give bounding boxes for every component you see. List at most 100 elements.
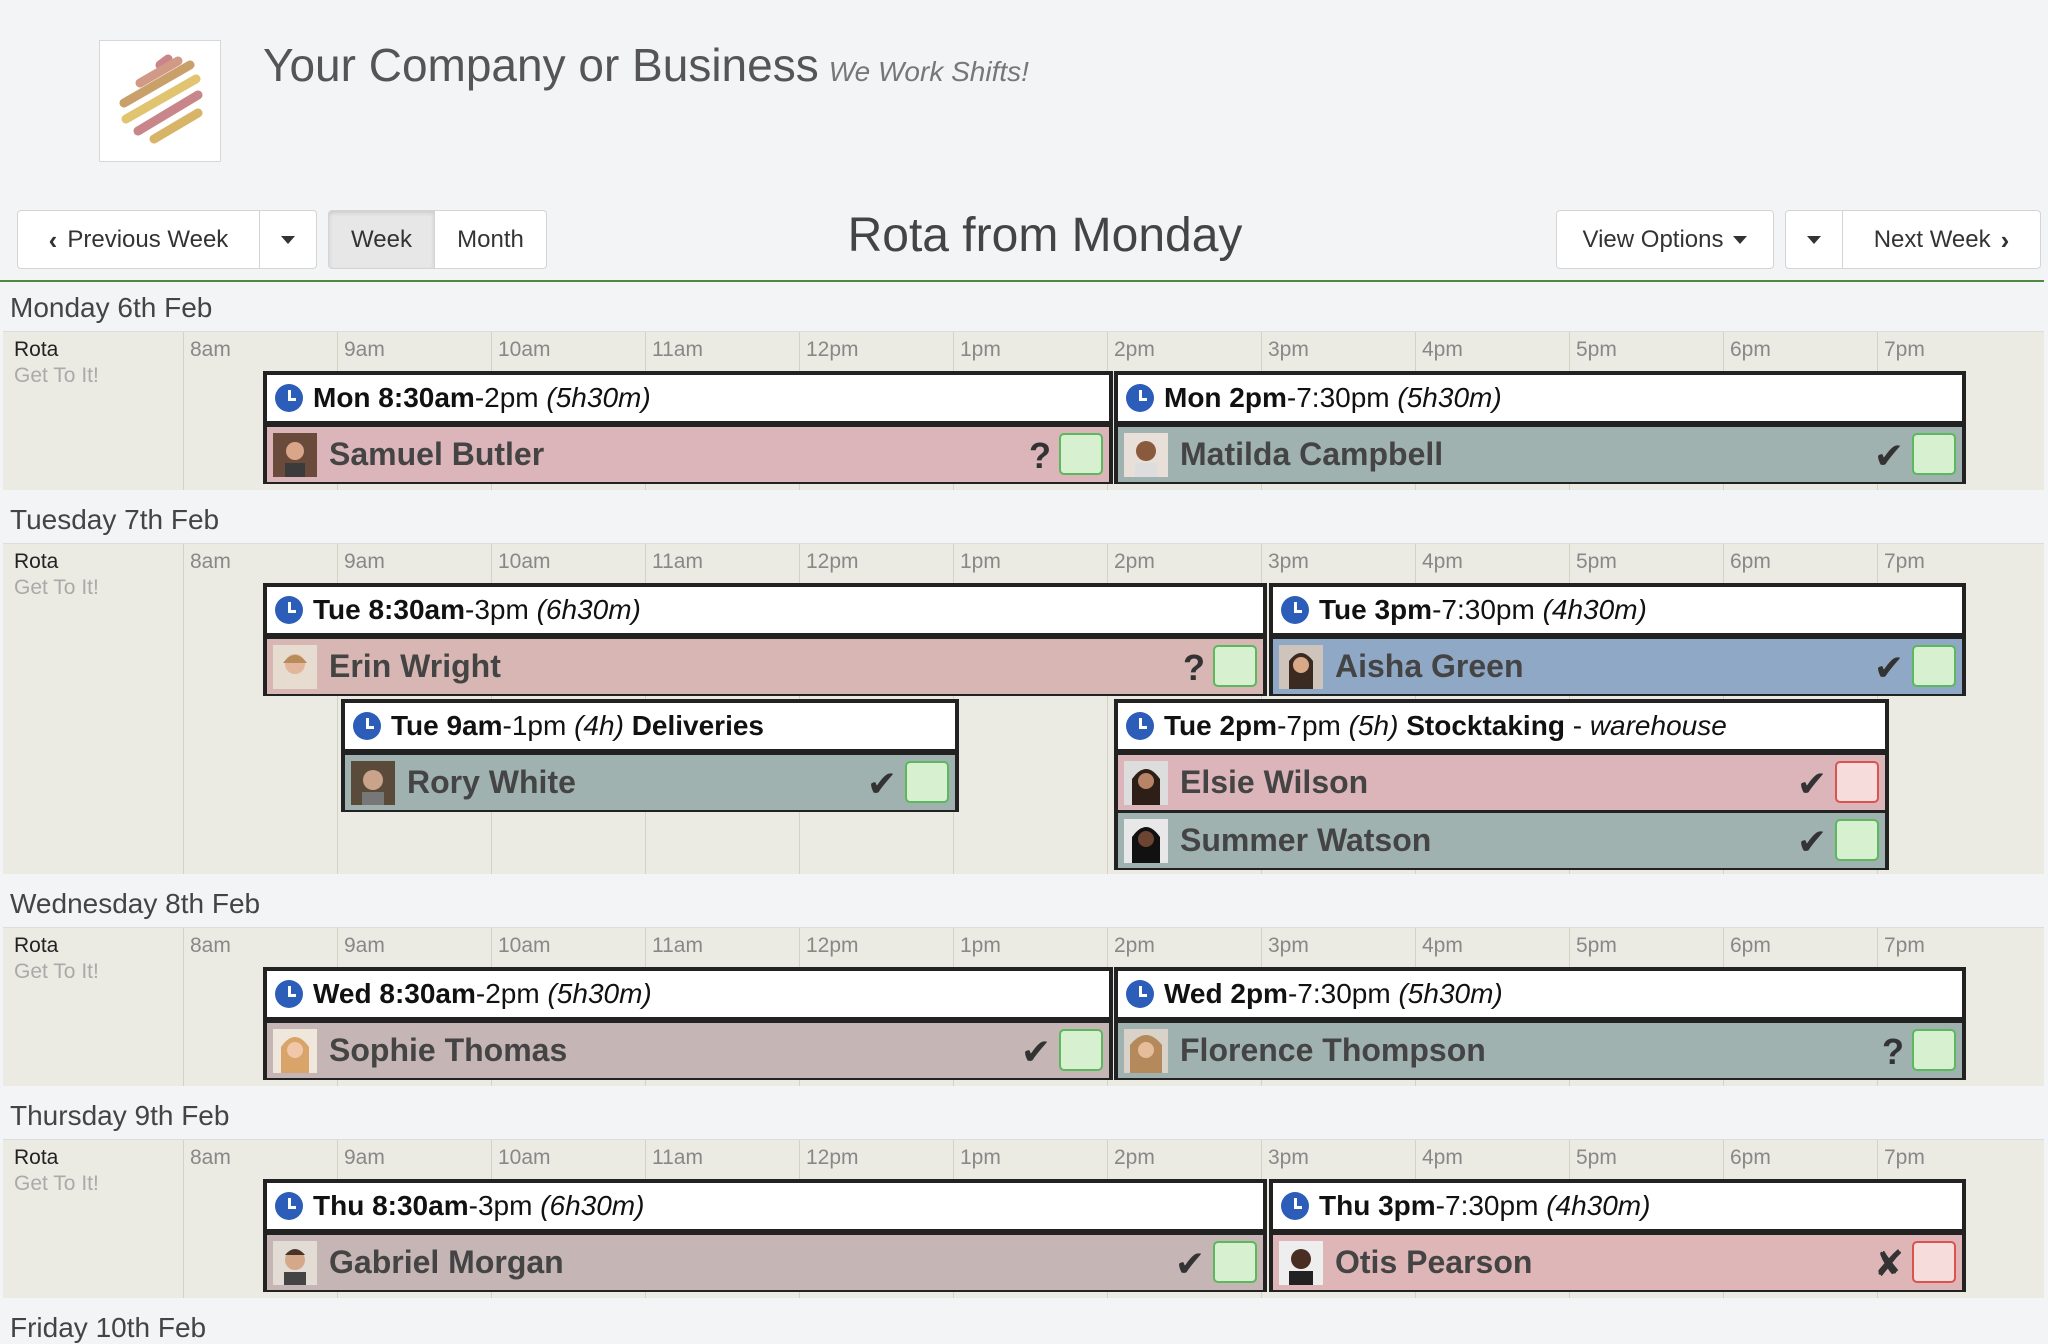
- shift-card[interactable]: Tue 3pm -7:30pm (4h30m) Aisha Green ✔: [1269, 583, 1966, 696]
- avatar: [1124, 432, 1168, 477]
- rota-column: Rota Get To It!: [3, 1140, 184, 1298]
- hour-label: 8am: [190, 1146, 231, 1169]
- rota-subtitle: Get To It!: [14, 576, 99, 599]
- assigned-person[interactable]: Otis Pearson ✘: [1273, 1232, 1962, 1290]
- caret-down-icon: [281, 235, 295, 244]
- assigned-person[interactable]: Matilda Campbell ✔: [1118, 424, 1962, 482]
- tab-month[interactable]: Month: [434, 210, 547, 269]
- hour-label: 7pm: [1884, 338, 1925, 361]
- shift-card[interactable]: Tue 9am -1pm (4h) Deliveries Rory White ✔: [341, 699, 959, 812]
- shift-time: Mon 2pm -7:30pm (5h30m): [1118, 375, 1962, 424]
- avatar: [273, 432, 317, 477]
- rota-label: Rota: [14, 934, 59, 957]
- shift-start: Tue 2pm: [1164, 710, 1278, 741]
- shift-location: warehouse: [1589, 710, 1727, 741]
- shift-start: Thu 3pm: [1319, 1190, 1436, 1221]
- shift-duration: (5h30m): [1397, 382, 1502, 413]
- hour-label: 7pm: [1884, 550, 1925, 573]
- hour-label: 4pm: [1422, 934, 1463, 957]
- shift-time: Tue 8:30am -3pm (6h30m): [267, 587, 1263, 636]
- company-tagline: We Work Shifts!: [828, 56, 1029, 87]
- hour-label: 11am: [652, 550, 703, 573]
- shift-title: Stocktaking: [1406, 710, 1565, 741]
- confirm-checkbox[interactable]: [1213, 1241, 1257, 1283]
- previous-week-button[interactable]: ‹ Previous Week: [17, 210, 260, 269]
- confirm-checkbox[interactable]: [1912, 645, 1956, 687]
- check-icon: ✔: [1796, 763, 1827, 804]
- hour-label: 6pm: [1730, 550, 1771, 573]
- assigned-person[interactable]: Sophie Thomas ✔: [267, 1020, 1109, 1078]
- person-name: Gabriel Morgan: [329, 1244, 564, 1280]
- person-name: Erin Wright: [329, 648, 501, 684]
- decline-checkbox[interactable]: [1835, 761, 1879, 803]
- shift-card[interactable]: Wed 8:30am -2pm (5h30m) Sophie Thomas ✔: [263, 967, 1113, 1080]
- clock-icon: [1281, 596, 1309, 624]
- next-week-dropdown-button[interactable]: [1785, 210, 1843, 269]
- next-week-label: Next Week: [1873, 225, 1991, 253]
- confirm-checkbox[interactable]: [1059, 1029, 1103, 1071]
- rota-subtitle: Get To It!: [14, 1172, 99, 1195]
- hour-label: 2pm: [1114, 1146, 1155, 1169]
- hour-label: 2pm: [1114, 934, 1155, 957]
- hour-label: 6pm: [1730, 338, 1771, 361]
- avatar: [273, 644, 317, 689]
- hour-label: 7pm: [1884, 934, 1925, 957]
- hour-label: 10am: [498, 550, 551, 573]
- caret-down-icon: [1807, 235, 1821, 244]
- shift-end: 3pm: [474, 594, 529, 625]
- shift-card[interactable]: Wed 2pm -7:30pm (5h30m) Florence Thompson…: [1114, 967, 1966, 1080]
- shift-card[interactable]: Mon 8:30am -2pm (5h30m) Samuel Butler ?: [263, 371, 1113, 484]
- confirm-checkbox[interactable]: [1912, 433, 1956, 475]
- assigned-person[interactable]: Gabriel Morgan ✔: [267, 1232, 1263, 1290]
- shift-card[interactable]: Thu 3pm -7:30pm (4h30m) Otis Pearson ✘: [1269, 1179, 1966, 1292]
- shift-duration: (6h30m): [540, 1190, 645, 1221]
- rota-column: Rota Get To It!: [3, 332, 184, 490]
- shift-duration: (4h30m): [1546, 1190, 1651, 1221]
- declined-x-icon: ✘: [1873, 1243, 1904, 1284]
- previous-week-dropdown-button[interactable]: [259, 210, 317, 269]
- next-week-button[interactable]: Next Week ›: [1842, 210, 2041, 269]
- confirm-checkbox[interactable]: [1912, 1029, 1956, 1071]
- assigned-person[interactable]: Erin Wright ?: [267, 636, 1263, 694]
- avatar: [1124, 760, 1168, 805]
- hour-label: 5pm: [1576, 550, 1617, 573]
- previous-week-label: Previous Week: [67, 225, 229, 253]
- view-options-label: View Options: [1582, 225, 1724, 253]
- confirm-checkbox[interactable]: [1213, 645, 1257, 687]
- shift-card[interactable]: Mon 2pm -7:30pm (5h30m) Matilda Campbell …: [1114, 371, 1966, 484]
- hour-label: 10am: [498, 1146, 551, 1169]
- shift-start: Wed 8:30am: [313, 978, 476, 1009]
- hour-label: 11am: [652, 934, 703, 957]
- shift-end: 3pm: [477, 1190, 533, 1221]
- assigned-person[interactable]: Florence Thompson ?: [1118, 1020, 1962, 1078]
- assigned-person[interactable]: Rory White ✔: [345, 752, 955, 810]
- shift-end: 1pm: [511, 710, 567, 741]
- check-icon: ✔: [1020, 1031, 1051, 1072]
- company-heading: Your Company or Business We Work Shifts!: [263, 38, 1029, 92]
- shift-duration: (6h30m): [536, 594, 641, 625]
- assigned-person[interactable]: Aisha Green ✔: [1273, 636, 1962, 694]
- assigned-person[interactable]: Summer Watson ✔: [1118, 810, 1885, 868]
- hour-label: 12pm: [806, 338, 859, 361]
- assigned-person[interactable]: Elsie Wilson ✔: [1118, 752, 1885, 810]
- shift-title: Deliveries: [631, 710, 765, 741]
- hour-label: 3pm: [1268, 934, 1309, 957]
- person-name: Samuel Butler: [329, 436, 545, 472]
- view-options-button[interactable]: View Options: [1556, 210, 1774, 269]
- confirm-checkbox[interactable]: [905, 761, 949, 803]
- confirm-checkbox[interactable]: [1835, 819, 1879, 861]
- decline-checkbox[interactable]: [1912, 1241, 1956, 1283]
- shift-card[interactable]: Thu 8:30am -3pm (6h30m) Gabriel Morgan ✔: [263, 1179, 1267, 1292]
- avatar: [1124, 1028, 1168, 1073]
- assigned-person[interactable]: Samuel Butler ?: [267, 424, 1109, 482]
- chevron-right-icon: ›: [2000, 224, 2010, 255]
- confirm-checkbox[interactable]: [1059, 433, 1103, 475]
- shift-card[interactable]: Tue 2pm -7pm (5h) Stocktaking - warehouse…: [1114, 699, 1889, 870]
- check-icon: ✔: [1796, 821, 1827, 862]
- person-name: Otis Pearson: [1335, 1244, 1533, 1280]
- tab-week[interactable]: Week: [328, 210, 435, 269]
- hour-label: 9am: [344, 550, 385, 573]
- shift-duration: (5h): [1348, 710, 1399, 741]
- shift-card[interactable]: Tue 8:30am -3pm (6h30m) Erin Wright ?: [263, 583, 1267, 696]
- day-header-tuesday: Tuesday 7th Feb: [10, 504, 220, 535]
